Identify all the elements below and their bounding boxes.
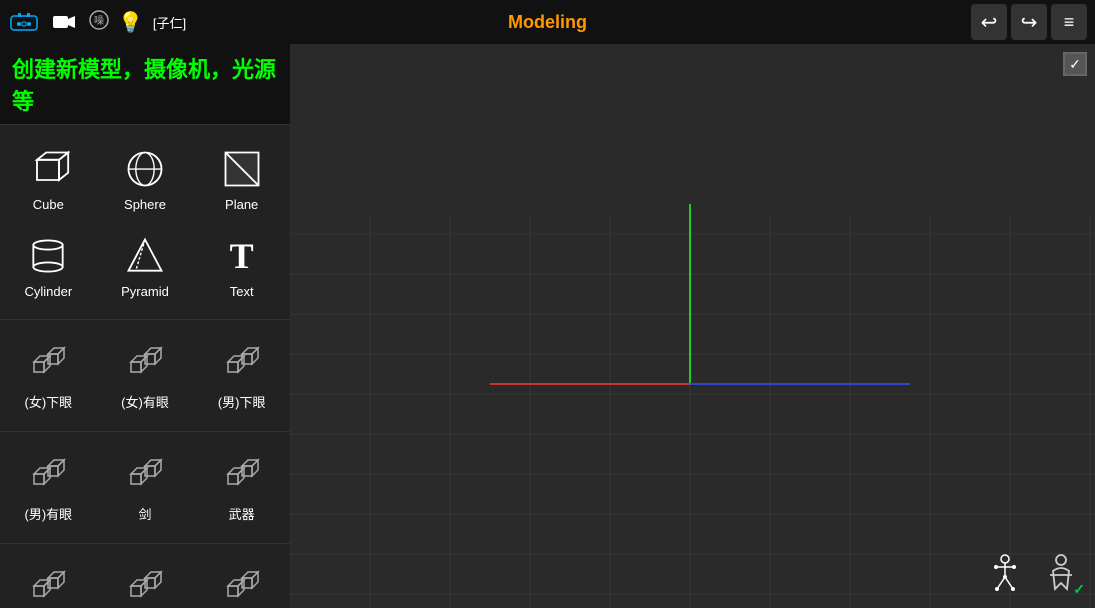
model-female-lower-eye[interactable]: (女)下眼 <box>0 330 97 421</box>
model-weapon-label: 武器 <box>229 504 255 523</box>
plane-label: Plane <box>225 197 258 212</box>
cylinder-button[interactable]: Cylinder <box>0 222 97 309</box>
models-row1: (女)下眼 (女)有眼 <box>0 320 290 432</box>
sidebar: 创建新模型，摄像机，光源等 Cube Sphere <box>0 44 290 608</box>
model-sword[interactable]: 剑 <box>97 442 194 533</box>
model-male-eye-icon <box>24 452 72 500</box>
model-sword-icon <box>121 452 169 500</box>
subtitle-bar: 创建新模型，摄像机，光源等 <box>0 44 290 125</box>
pyramid-button[interactable]: Pyramid <box>97 222 194 309</box>
skeleton-figure-button[interactable] <box>981 550 1029 598</box>
channel-icon: 噪 <box>88 9 110 36</box>
text-button[interactable]: T Text <box>193 222 290 309</box>
model-weapon-icon <box>218 452 266 500</box>
viewport-checkbox[interactable] <box>1063 52 1087 76</box>
channel-name: [子仁] <box>153 13 186 32</box>
header-right: ↩ ↪ ≡ <box>971 4 1095 40</box>
model-male-lower-eye-icon <box>218 340 266 388</box>
model-pure-icon <box>121 564 169 608</box>
model-male-lower-eye-label: (男)下眼 <box>218 392 266 411</box>
models-row2: (男)有眼 剑 <box>0 432 290 544</box>
pyramid-icon <box>121 232 169 280</box>
viewport-grid <box>290 44 1095 608</box>
cylinder-label: Cylinder <box>24 284 72 299</box>
bilibili-logo-icon <box>8 6 40 38</box>
shape-grid: Cube Sphere Plane <box>0 125 290 320</box>
model-pearl-icon <box>24 564 72 608</box>
model-pure[interactable]: 纯模型 <box>97 554 194 608</box>
header: 噪 💡 [子仁] Modeling ↩ ↪ ≡ <box>0 0 1095 44</box>
undo-button[interactable]: ↩ <box>971 4 1007 40</box>
person-figure-button[interactable]: ✓ <box>1037 550 1085 598</box>
model-pearl[interactable]: 珍珠 <box>0 554 97 608</box>
model-grass-icon <box>218 564 266 608</box>
models-row3: 珍珠 纯模型 <box>0 544 290 608</box>
header-title: Modeling <box>508 12 587 33</box>
viewport[interactable]: ✓ <box>290 44 1095 608</box>
model-male-lower-eye[interactable]: (男)下眼 <box>193 330 290 421</box>
sphere-button[interactable]: Sphere <box>97 135 194 222</box>
cube-button[interactable]: Cube <box>0 135 97 222</box>
cylinder-icon <box>24 232 72 280</box>
model-female-lower-eye-icon <box>24 340 72 388</box>
cube-label: Cube <box>33 197 64 212</box>
model-grass[interactable]: 草地 <box>193 554 290 608</box>
model-sword-label: 剑 <box>138 504 151 523</box>
model-female-eye[interactable]: (女)有眼 <box>97 330 194 421</box>
model-male-eye-label: (男)有眼 <box>24 504 72 523</box>
sphere-icon <box>121 145 169 193</box>
model-female-lower-eye-label: (女)下眼 <box>24 392 72 411</box>
model-female-eye-icon <box>121 340 169 388</box>
redo-button[interactable]: ↪ <box>1011 4 1047 40</box>
pyramid-label: Pyramid <box>121 284 169 299</box>
model-male-eye[interactable]: (男)有眼 <box>0 442 97 533</box>
menu-button[interactable]: ≡ <box>1051 4 1087 40</box>
lightbulb-icon: 💡 <box>118 10 143 35</box>
svg-text:噪: 噪 <box>94 15 104 27</box>
plane-button[interactable]: Plane <box>193 135 290 222</box>
sphere-label: Sphere <box>124 197 166 212</box>
model-female-eye-label: (女)有眼 <box>121 392 169 411</box>
text-icon: T <box>218 232 266 280</box>
model-weapon[interactable]: 武器 <box>193 442 290 533</box>
header-left: 噪 💡 [子仁] <box>0 6 971 38</box>
text-label: Text <box>230 284 254 299</box>
cube-icon <box>24 145 72 193</box>
video-icon <box>48 6 80 38</box>
bottom-toolbar: ✓ <box>981 550 1085 598</box>
plane-icon <box>218 145 266 193</box>
